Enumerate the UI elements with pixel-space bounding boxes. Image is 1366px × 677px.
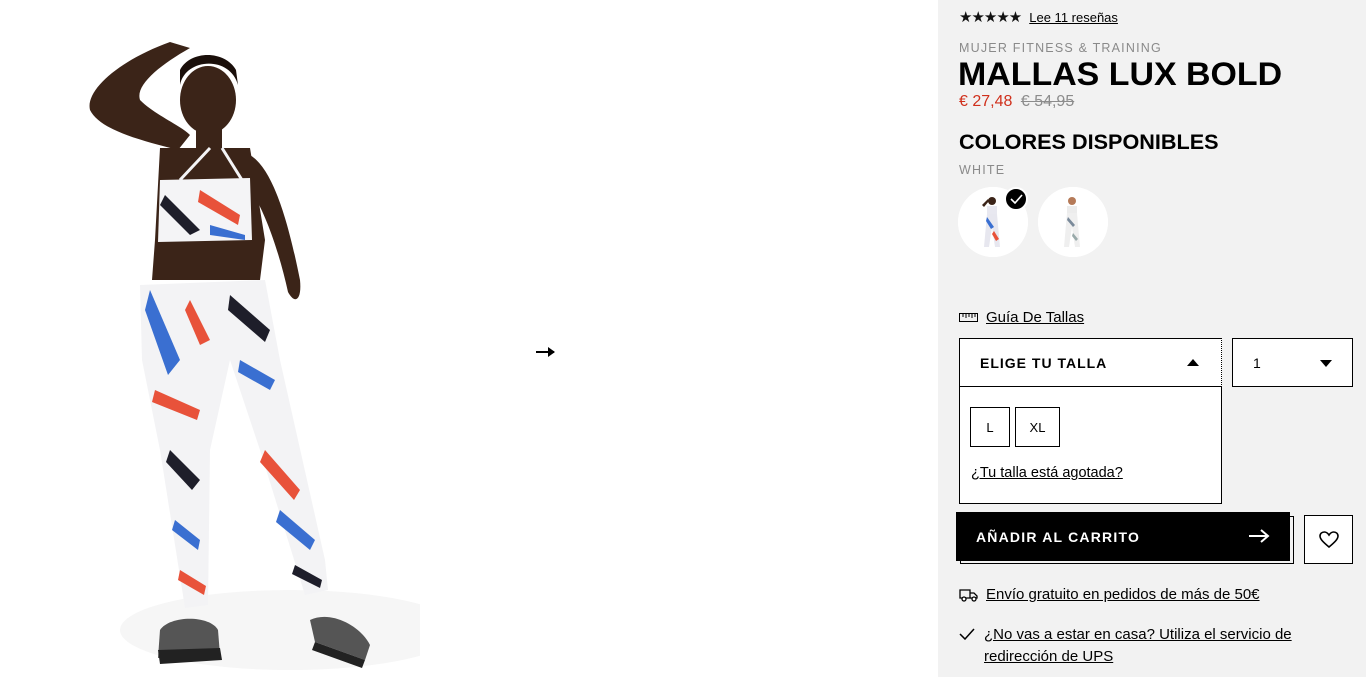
truck-icon [959, 588, 978, 602]
product-category: MUJER FITNESS & TRAINING [959, 41, 1162, 55]
free-shipping-info[interactable]: Envío gratuito en pedidos de más de 50€ [959, 586, 1260, 603]
product-gallery [0, 0, 938, 677]
ruler-icon [959, 313, 978, 322]
rating-stars-icon: ★★★★★ [959, 8, 1022, 26]
ups-redirect-text: ¿No vas a estar en casa? Utiliza el serv… [984, 626, 1292, 665]
heart-icon [1318, 530, 1339, 548]
size-option-xl[interactable]: XL [1015, 407, 1060, 447]
size-guide-label: Guía De Tallas [986, 309, 1085, 326]
color-swatches [958, 187, 1108, 257]
size-select[interactable]: ELIGE TU TALLA [959, 338, 1222, 387]
size-select-label: ELIGE TU TALLA [980, 354, 1108, 371]
selected-check-icon [1004, 187, 1028, 211]
size-dropdown: L XL ¿Tu talla está agotada? [959, 386, 1222, 504]
reviews-link[interactable]: Lee 11 reseñas [1029, 10, 1118, 25]
size-option-l[interactable]: L [970, 407, 1010, 447]
quantity-value: 1 [1253, 354, 1261, 371]
color-swatch-selected[interactable] [958, 187, 1028, 257]
caret-down-icon [1320, 360, 1332, 367]
product-info-panel: ★★★★★ Lee 11 reseñas MUJER FITNESS & TRA… [938, 0, 1366, 677]
add-to-cart-button[interactable]: AÑADIR AL CARRITO [956, 512, 1290, 561]
sale-price: € 27,48 [959, 93, 1013, 110]
swatch-thumbnail [1038, 187, 1108, 257]
caret-up-icon [1187, 359, 1199, 366]
price-block: € 27,48 € 54,95 [959, 93, 1074, 111]
original-price: € 54,95 [1020, 93, 1075, 110]
colors-heading: COLORES DISPONIBLES [959, 131, 1219, 154]
checkmark-icon [959, 628, 975, 640]
size-soldout-link[interactable]: ¿Tu talla está agotada? [971, 465, 1123, 481]
gallery-next-arrow-icon[interactable] [534, 342, 558, 362]
size-guide-link[interactable]: Guía De Tallas [959, 309, 1084, 326]
ups-redirect-info[interactable]: ¿No vas a estar en casa? Utiliza el serv… [959, 624, 1314, 668]
free-shipping-text: Envío gratuito en pedidos de más de 50€ [986, 586, 1260, 603]
product-title: MALLAS LUX BOLD [958, 56, 1283, 92]
rating: ★★★★★ Lee 11 reseñas [959, 8, 1118, 26]
wishlist-button[interactable] [1304, 515, 1353, 564]
color-swatch-alt[interactable] [1038, 187, 1108, 257]
product-image [89, 42, 420, 670]
add-to-cart-label: AÑADIR AL CARRITO [976, 528, 1141, 545]
quantity-select[interactable]: 1 [1232, 338, 1353, 387]
selected-color-name: WHITE [959, 163, 1006, 177]
arrow-right-icon [1249, 529, 1270, 543]
